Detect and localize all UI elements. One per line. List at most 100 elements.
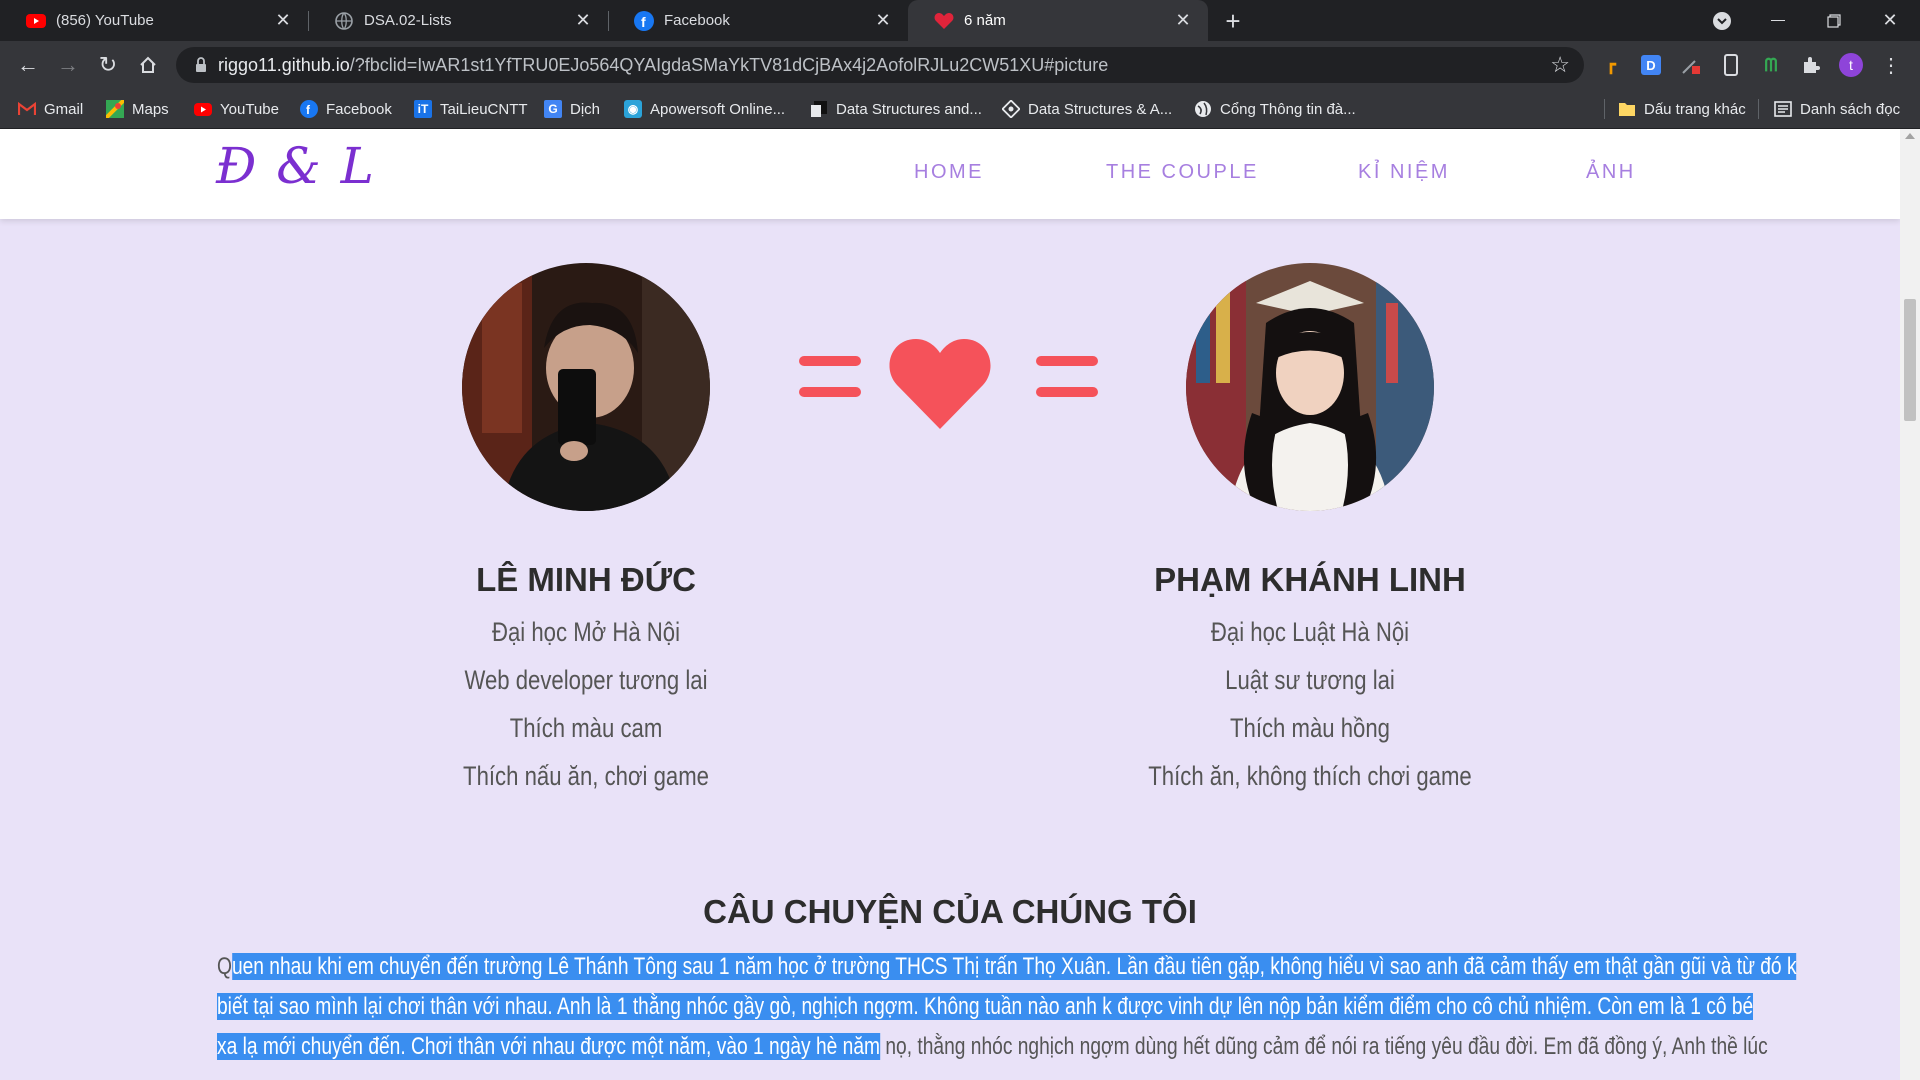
bookmarks-bar: Gmail Maps YouTube f Facebook iT TaiLieu…	[0, 89, 1920, 129]
bookmark-data-structures-2[interactable]: Data Structures & A...	[1002, 98, 1172, 120]
scrollbar-thumb[interactable]	[1904, 299, 1916, 421]
close-icon[interactable]: ✕	[1172, 10, 1194, 32]
reload-button[interactable]: ↻	[92, 49, 124, 81]
chevron-down-icon	[1713, 11, 1731, 30]
nav-home[interactable]: HOME	[914, 161, 984, 184]
folder-icon	[1618, 100, 1636, 118]
tab-title: (856) YouTube	[56, 12, 154, 29]
restore-icon	[1827, 13, 1841, 28]
close-icon: ✕	[1882, 10, 1898, 30]
equal-sign-left-bottom	[799, 387, 861, 397]
bookmark-gmail[interactable]: Gmail	[18, 98, 83, 120]
story-paragraph-line-1: Quen nhau khi em chuyển đến trường Lê Th…	[217, 953, 1797, 980]
avatar-person2	[1186, 263, 1434, 511]
tab-title: Facebook	[664, 12, 730, 29]
equal-sign-left-top	[799, 356, 861, 366]
person1-school: Đại học Mở Hà Nội	[491, 617, 681, 647]
facebook-icon: f	[634, 10, 654, 31]
extension-m-icon[interactable]: ᗰ	[1758, 52, 1784, 78]
close-window-button[interactable]: ✕	[1862, 0, 1918, 41]
restore-button[interactable]	[1806, 0, 1862, 41]
bookmark-dich[interactable]: G Dịch	[544, 98, 600, 120]
home-icon	[140, 56, 156, 73]
tab-search-button[interactable]	[1694, 0, 1750, 41]
heart-icon	[889, 339, 991, 429]
equal-sign-right-top	[1036, 356, 1098, 366]
bookmark-apowersoft[interactable]: ◉ Apowersoft Online...	[624, 98, 785, 120]
reading-list-button[interactable]: Danh sách đọc	[1774, 98, 1900, 120]
nav-the-couple[interactable]: THE COUPLE	[1106, 161, 1259, 184]
person2-color: Thích màu hồng	[1229, 713, 1391, 743]
person2-hobby: Thích ăn, không thích chơi game	[1148, 761, 1472, 791]
bookmark-youtube[interactable]: YouTube	[194, 98, 279, 120]
person2-name: PHẠM KHÁNH LINH	[1154, 561, 1466, 598]
avatar-person1	[462, 263, 710, 511]
forward-button[interactable]: →	[52, 49, 84, 81]
gmail-icon	[18, 100, 36, 118]
scroll-up-arrow-icon[interactable]	[1905, 133, 1915, 139]
close-icon[interactable]: ✕	[572, 10, 594, 32]
back-button[interactable]: ←	[12, 49, 44, 81]
close-icon[interactable]: ✕	[872, 10, 894, 32]
person1-career: Web developer tương lai	[464, 665, 708, 695]
tab-6-nam[interactable]: 6 năm ✕	[908, 0, 1208, 41]
browser-toolbar: ← → ↻ riggo11.github.io/?fbclid=IwAR1st1…	[0, 41, 1920, 89]
extension-eyedropper-icon[interactable]	[1678, 52, 1704, 78]
facebook-icon: f	[300, 100, 318, 118]
tab-strip: (856) YouTube ✕ DSA.02-Lists ✕ f Faceboo…	[0, 0, 1920, 41]
home-button[interactable]	[132, 49, 164, 81]
menu-kebab-icon[interactable]: ⋮	[1878, 52, 1904, 78]
back-arrow-icon: ←	[17, 52, 39, 77]
globe-icon	[1194, 100, 1212, 118]
minimize-button[interactable]	[1750, 0, 1806, 41]
document-icon	[810, 100, 828, 118]
bookmark-data-structures-1[interactable]: Data Structures and...	[810, 98, 982, 120]
story-paragraph-line-2: biết tại sao mình lại chơi thân với nhau…	[217, 993, 1754, 1020]
extension-hammer-icon[interactable]: ┏	[1598, 52, 1624, 78]
profile-avatar[interactable]: t	[1838, 52, 1864, 78]
tailieu-icon: iT	[414, 100, 432, 118]
person1-hobby: Thích nấu ăn, chơi game	[463, 761, 709, 791]
tab-facebook[interactable]: f Facebook ✕	[608, 0, 908, 41]
maps-icon	[106, 100, 124, 118]
apowersoft-icon: ◉	[624, 100, 642, 118]
url-text: riggo11.github.io/?fbclid=IwAR1st1YfTRU0…	[218, 55, 1109, 75]
person1-color: Thích màu cam	[509, 713, 663, 743]
bookmark-maps[interactable]: Maps	[106, 98, 169, 120]
forward-arrow-icon: →	[57, 52, 79, 77]
new-tab-button[interactable]: +	[1218, 6, 1248, 36]
nav-ki-niem[interactable]: KỈ NIỆM	[1358, 161, 1450, 184]
close-icon[interactable]: ✕	[272, 10, 294, 32]
youtube-icon	[26, 11, 46, 31]
page-viewport: Đ & L HOME THE COUPLE KỈ NIỆM ẢNH LÊ MIN…	[0, 129, 1900, 1080]
reading-list-icon	[1774, 100, 1792, 118]
bookmark-star-icon[interactable]: ☆	[1550, 52, 1570, 78]
tab-title: 6 năm	[964, 12, 1006, 29]
address-bar[interactable]: riggo11.github.io/?fbclid=IwAR1st1YfTRU0…	[176, 47, 1584, 83]
svg-text:f: f	[641, 14, 646, 30]
tab-dsa-lists[interactable]: DSA.02-Lists ✕	[308, 0, 609, 41]
extensions-puzzle-icon[interactable]	[1798, 52, 1824, 78]
other-bookmarks-folder[interactable]: Dấu trang khác	[1618, 98, 1746, 120]
extension-d-icon[interactable]: D	[1638, 52, 1664, 78]
bookmark-cong-thong-tin[interactable]: Cổng Thông tin đà...	[1194, 98, 1356, 120]
tab-title: DSA.02-Lists	[364, 12, 452, 29]
tab-youtube[interactable]: (856) YouTube ✕	[0, 0, 309, 41]
bookmark-facebook[interactable]: f Facebook	[300, 98, 392, 120]
page-scrollbar[interactable]	[1900, 129, 1920, 1080]
translate-icon: G	[544, 100, 562, 118]
heart-icon	[934, 11, 954, 31]
person2-career: Luật sư tương lai	[1225, 665, 1395, 695]
nav-anh[interactable]: ẢNH	[1586, 161, 1636, 184]
reload-icon: ↻	[98, 52, 118, 77]
person2-school: Đại học Luật Hà Nội	[1210, 617, 1410, 647]
globe-icon	[334, 11, 354, 31]
diamond-icon	[1002, 100, 1020, 118]
bookmark-tailieucntt[interactable]: iT TaiLieuCNTT	[414, 98, 528, 120]
site-logo[interactable]: Đ & L	[216, 137, 376, 195]
extension-phone-icon[interactable]	[1718, 52, 1744, 78]
site-navbar: Đ & L HOME THE COUPLE KỈ NIỆM ẢNH	[0, 129, 1900, 219]
lock-icon	[196, 57, 206, 72]
youtube-icon	[194, 100, 212, 118]
person1-name: LÊ MINH ĐỨC	[476, 561, 696, 598]
